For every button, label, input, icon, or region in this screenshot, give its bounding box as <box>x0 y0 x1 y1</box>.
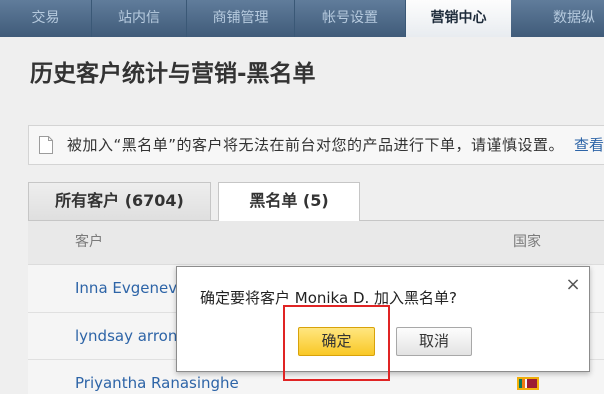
column-header-customer: 客户 <box>75 234 103 250</box>
cancel-button[interactable]: 取消 <box>396 327 472 356</box>
customer-link[interactable]: lyndsay arron <box>75 313 177 359</box>
notice-banner: 被加入“黑名单”的客户将无法在前台对您的产品进行下单，请谨慎设置。 查看 <box>28 125 604 165</box>
nav-tab-store-management[interactable]: 商铺管理 <box>187 0 295 37</box>
nav-tab-label: 站内信 <box>118 10 160 26</box>
dialog-message: 确定要将客户 Monika D. 加入黑名单? <box>200 289 457 307</box>
close-icon[interactable]: × <box>565 275 581 295</box>
tab-all-customers[interactable]: 所有客户 (6704) <box>28 182 211 220</box>
document-icon <box>39 136 53 154</box>
page-title: 历史客户统计与营销-黑名单 <box>30 61 316 87</box>
nav-tab-messages[interactable]: 站内信 <box>92 0 187 37</box>
tab-label: 黑名单 (5) <box>249 191 329 210</box>
confirm-dialog: × 确定要将客户 Monika D. 加入黑名单? 确定 取消 <box>176 266 590 372</box>
nav-tab-label: 数据纵 <box>553 10 595 26</box>
nav-tab-data[interactable]: 数据纵 <box>511 0 604 37</box>
view-link[interactable]: 查看 <box>574 126 604 164</box>
confirm-button[interactable]: 确定 <box>298 327 375 356</box>
table-header: 客户 国家 <box>28 221 604 265</box>
flag-icon <box>517 377 539 390</box>
tab-blacklist[interactable]: 黑名单 (5) <box>218 182 360 221</box>
nav-tab-trade[interactable]: 交易 <box>0 0 92 37</box>
nav-tab-label: 商铺管理 <box>212 10 269 26</box>
column-header-country: 国家 <box>513 234 541 250</box>
tab-label: 所有客户 (6704) <box>55 191 184 210</box>
customer-link[interactable]: Inna Evgenev <box>75 265 177 312</box>
nav-tab-label: 交易 <box>31 10 60 26</box>
nav-tab-marketing-center[interactable]: 营销中心 <box>406 0 511 37</box>
flag-field <box>527 379 537 388</box>
nav-tab-label: 营销中心 <box>430 10 487 26</box>
flag-stripe <box>522 379 525 388</box>
customer-link[interactable]: Priyantha Ranasinghe <box>75 374 239 392</box>
notice-text: 被加入“黑名单”的客户将无法在前台对您的产品进行下单，请谨慎设置。 <box>67 136 565 154</box>
nav-tab-label: 帐号设置 <box>322 10 378 26</box>
top-nav: 交易 站内信 商铺管理 帐号设置 营销中心 数据纵 <box>0 0 604 37</box>
nav-tab-account-settings[interactable]: 帐号设置 <box>295 0 406 37</box>
